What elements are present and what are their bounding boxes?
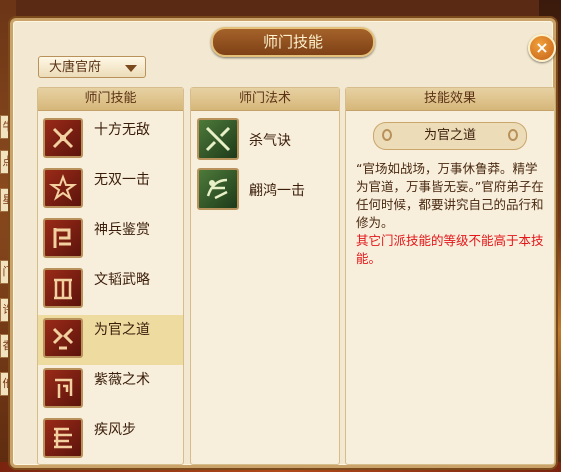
effect-skill-name-text: 为官之道: [423, 128, 476, 143]
skill-label: 十方无敌: [94, 122, 150, 138]
effect-skill-name: 为官之道: [373, 122, 527, 150]
close-button[interactable]: ×: [528, 34, 556, 62]
chevron-down-icon[interactable]: [125, 65, 137, 72]
window-title: 师门技能: [211, 27, 375, 57]
sect-dropdown[interactable]: 大唐官府: [38, 56, 146, 78]
effect-description: “官场如战场，万事休鲁莽。精学为官道，万事皆无妄。”官府弟子在任何时候，都要讲究…: [356, 161, 544, 230]
spells-column-header: 师门法术: [191, 88, 339, 111]
ornament-icon: [382, 129, 392, 141]
scroll-book-icon[interactable]: [43, 268, 83, 308]
sect-dropdown-value: 大唐官府: [49, 60, 102, 75]
sword-aura-icon[interactable]: [197, 118, 239, 160]
ornament-icon: [508, 129, 518, 141]
skill-label: 紫薇之术: [94, 372, 150, 388]
sect-skills-window: 师门技能 × 大唐官府 师门技能 十方无敌 无双一击 神兵鉴赏 文韬武略 为官之道 紫薇之…: [10, 18, 556, 468]
skill-label: 为官之道: [94, 322, 150, 338]
skill-label: 疾风步: [94, 422, 136, 438]
crossed-blades-icon[interactable]: [43, 118, 83, 158]
skills-panel: 师门技能 十方无敌无双一击神兵鉴赏文韬武略为官之道紫薇之术疾风步: [37, 87, 184, 465]
skill-item[interactable]: 疾风步: [38, 415, 183, 465]
skill-item[interactable]: 神兵鉴赏: [38, 215, 183, 265]
star-burst-icon[interactable]: [43, 168, 83, 208]
skills-column-header: 师门技能: [38, 88, 183, 111]
close-icon[interactable]: ×: [535, 38, 548, 57]
spell-label: 翩鸿一击: [249, 183, 305, 199]
skill-item[interactable]: 为官之道: [38, 315, 183, 365]
effect-warning: 其它门派技能的等级不能高于本技能。: [356, 233, 544, 266]
rune-icon[interactable]: [43, 368, 83, 408]
skill-label: 文韬武略: [94, 272, 150, 288]
skill-label: 无双一击: [94, 172, 150, 188]
effect-panel: 技能效果 为官之道 “官场如战场，万事休鲁莽。精学为官道，万事皆无妄。”官府弟子…: [345, 87, 555, 465]
weapon-rack-icon[interactable]: [43, 218, 83, 258]
official-seal-icon[interactable]: [43, 318, 83, 358]
skill-item[interactable]: 无双一击: [38, 165, 183, 215]
effect-column-header: 技能效果: [346, 88, 554, 111]
skill-item[interactable]: 紫薇之术: [38, 365, 183, 415]
spell-item[interactable]: 翩鸿一击: [197, 168, 337, 214]
spell-item[interactable]: 杀气诀: [197, 118, 337, 164]
skill-label: 神兵鉴赏: [94, 222, 150, 238]
swan-strike-icon[interactable]: [197, 168, 239, 210]
spell-label: 杀气诀: [249, 133, 291, 149]
spells-panel: 师门法术 杀气诀 翩鸿一击: [190, 87, 340, 465]
skill-item[interactable]: 文韬武略: [38, 265, 183, 315]
skill-item[interactable]: 十方无敌: [38, 115, 183, 165]
wind-step-icon[interactable]: [43, 418, 83, 458]
